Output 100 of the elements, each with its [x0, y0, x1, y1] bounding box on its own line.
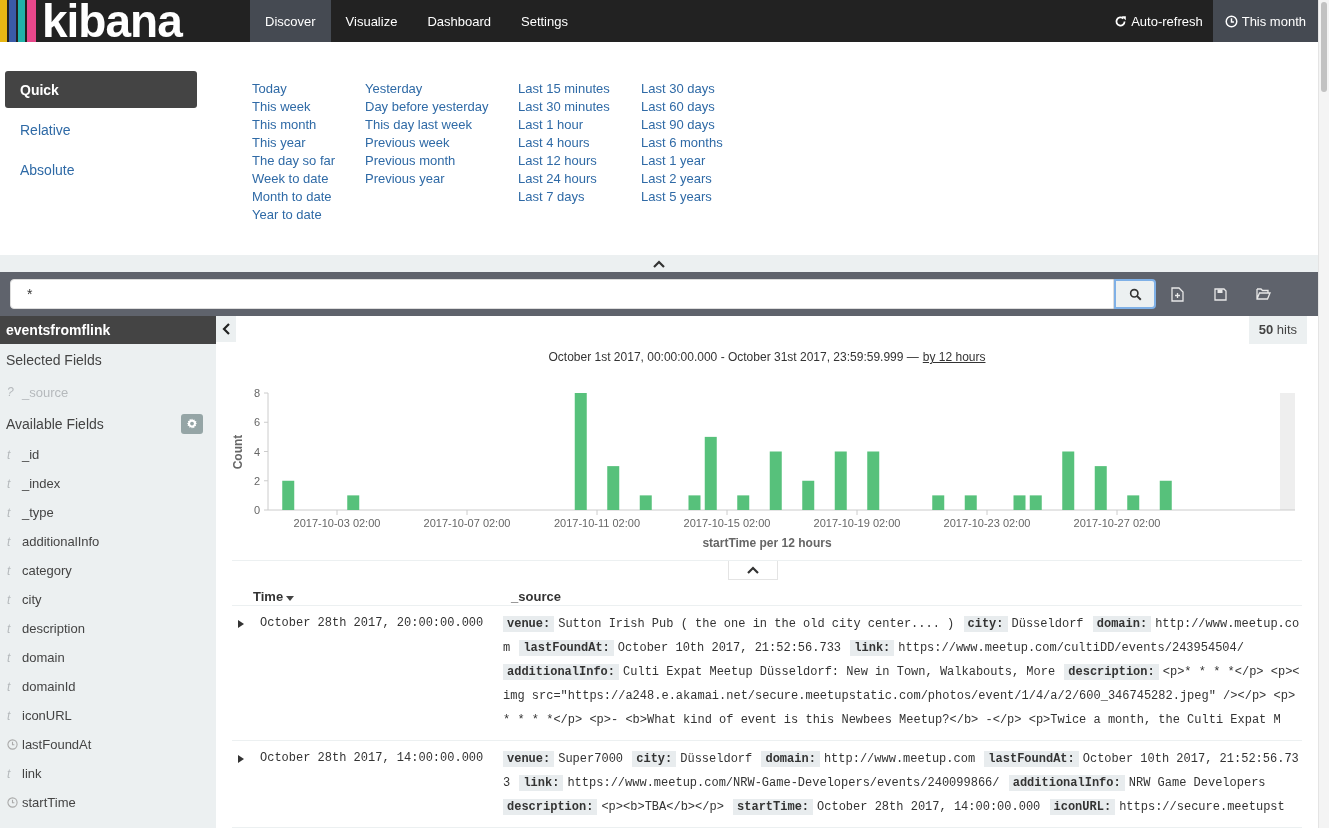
quick-range-link[interactable]: Last 4 hours	[518, 134, 641, 152]
histogram-bar[interactable]	[802, 480, 815, 510]
quick-range-link[interactable]: Last 12 hours	[518, 152, 641, 170]
y-tick-label: 2	[253, 474, 260, 487]
settings-icon	[187, 418, 197, 429]
interval-link[interactable]: by 12 hours	[922, 350, 986, 364]
field-type-glyph: ?	[7, 385, 15, 399]
quick-range-link[interactable]: Yesterday	[365, 80, 518, 98]
quick-range-link[interactable]: Previous year	[365, 170, 518, 188]
quick-range-link[interactable]: Month to date	[252, 188, 365, 206]
nav-tab[interactable]: Settings	[506, 0, 583, 42]
logo-text: kibana	[42, 0, 182, 42]
histogram-bar[interactable]	[1029, 495, 1042, 510]
expand-caret-icon[interactable]	[238, 620, 244, 628]
histogram-bar[interactable]	[639, 495, 652, 510]
section-heading: Available Fields	[6, 415, 104, 432]
collapse-chart-button[interactable]	[728, 561, 778, 580]
quick-range-link[interactable]: Last 30 days	[641, 80, 761, 98]
histogram-bar[interactable]	[1062, 451, 1075, 510]
field-name[interactable]: link	[22, 766, 42, 781]
histogram-bar[interactable]	[867, 451, 880, 510]
time-mode-tab[interactable]: Relative	[5, 111, 197, 148]
section-heading: Selected Fields	[5, 351, 103, 370]
field-name[interactable]: iconURL	[22, 708, 72, 723]
quick-range-link[interactable]: Last 6 months	[641, 134, 761, 152]
quick-range-link[interactable]: Last 15 minutes	[518, 80, 641, 98]
field-name[interactable]: domain	[22, 650, 65, 665]
y-tick-label: 6	[253, 416, 260, 429]
quick-range-link[interactable]: Last 24 hours	[518, 170, 641, 188]
time-cell: October 28th 2017, 14:00:00.000	[260, 751, 484, 765]
histogram-bar[interactable]	[769, 451, 782, 510]
histogram-bar[interactable]	[347, 495, 360, 510]
column-header[interactable]: Time	[253, 589, 284, 605]
quick-range-link[interactable]: Previous month	[365, 152, 518, 170]
histogram-bar[interactable]	[282, 480, 295, 510]
histogram-bar[interactable]	[1013, 495, 1026, 510]
histogram-bar[interactable]	[1127, 495, 1140, 510]
hit-count: 50 hits	[1248, 316, 1307, 344]
time-range-button[interactable]: This month	[1212, 0, 1318, 42]
histogram-bar[interactable]	[1094, 466, 1107, 510]
quick-range-link[interactable]: This week	[252, 98, 365, 116]
new-document-icon	[1171, 286, 1184, 302]
quick-range-link[interactable]: Last 1 hour	[518, 116, 641, 134]
nav-tab[interactable]: Visualize	[330, 0, 413, 42]
histogram-bar[interactable]	[964, 495, 977, 510]
quick-range-link[interactable]: Last 2 years	[641, 170, 761, 188]
quick-range-link[interactable]: This month	[252, 116, 365, 134]
index-pattern-title[interactable]: eventsfromflink	[0, 316, 216, 344]
expand-caret-icon[interactable]	[238, 755, 244, 763]
document-source: venue: Sutton Irish Pub ( the one in the old city center.... ) city: Düsseldorf domain: http://www.meetup.com lastFoundAt: October 10th 2017, 21:52:56.733 link: https://www.meetup.com/cultiDD/events/243954504/ additionalInfo: Culti Expat Meetup Düsseldorf: New in Town, Walkabouts, More description: <p>* * * *</p> <p><img src="https://a248.e.akamai.net/secure.meetupstatic.com/photos/event/1/4/a/2/600_346745282.jpeg" /></p> <p>* * * *</p> <p>- <b>What kind of event is this Newbees Meetup?</b> -</p> <p>Twice a month, the Culti Expat M	[503, 615, 1301, 729]
time-mode-tab[interactable]: Absolute	[5, 151, 197, 188]
collapse-sidebar-button[interactable]	[216, 316, 236, 342]
histogram-bar[interactable]	[834, 451, 847, 510]
quick-range-link[interactable]: Last 7 days	[518, 188, 641, 206]
field-name[interactable]: city	[22, 592, 42, 607]
quick-range-link[interactable]: This year	[252, 134, 365, 152]
field-name[interactable]: additionalInfo	[22, 534, 100, 549]
x-tick-label: 2017-10-07 02:00	[423, 517, 511, 529]
histogram-bar[interactable]	[704, 436, 717, 510]
quick-range-link[interactable]: Day before yesterday	[365, 98, 518, 116]
quick-range-link[interactable]: Last 90 days	[641, 116, 761, 134]
search-icon	[1128, 287, 1142, 301]
search-button[interactable]	[1114, 279, 1156, 309]
field-name[interactable]: startTime	[22, 795, 76, 810]
quick-range-link[interactable]: The day so far	[252, 152, 365, 170]
field-name[interactable]: category	[22, 563, 72, 578]
quick-range-link[interactable]: Previous week	[365, 134, 518, 152]
quick-range-link[interactable]: Year to date	[252, 206, 365, 224]
quick-range-link[interactable]: Last 30 minutes	[518, 98, 641, 116]
chevron-up-icon	[653, 259, 665, 268]
histogram-bar[interactable]	[607, 466, 620, 510]
histogram-bar[interactable]	[737, 495, 750, 510]
quick-range-link[interactable]: Week to date	[252, 170, 365, 188]
field-name[interactable]: description	[22, 621, 85, 636]
y-tick-label: 8	[253, 387, 260, 399]
quick-range-link[interactable]: Last 5 years	[641, 188, 761, 206]
histogram-bar[interactable]	[574, 393, 587, 510]
time-range-text: October 1st 2017, 00:00:00.000 - October 31st 2017, 23:59:59.999 —	[548, 350, 919, 364]
y-tick-label: 4	[253, 445, 260, 458]
field-name[interactable]: _id	[22, 447, 40, 462]
x-tick-label: 2017-10-23 02:00	[943, 517, 1031, 529]
histogram-bar[interactable]	[932, 495, 945, 510]
quick-range-link[interactable]: This day last week	[365, 116, 518, 134]
search-field[interactable]: *	[10, 279, 1114, 309]
field-name[interactable]: _type	[22, 505, 54, 520]
histogram-bar[interactable]	[688, 495, 701, 510]
nav-tab[interactable]: Discover	[250, 0, 331, 42]
quick-range-link[interactable]: Last 1 year	[641, 152, 761, 170]
auto-refresh-button[interactable]: Auto-refresh	[1104, 0, 1213, 42]
sort-caret-icon[interactable]	[286, 595, 295, 601]
settings-button[interactable]	[181, 413, 203, 434]
histogram-bar[interactable]	[1159, 480, 1172, 510]
field-name[interactable]: domainId	[22, 679, 76, 694]
time-mode-tab[interactable]: Quick	[5, 71, 197, 108]
quick-range-link[interactable]: Today	[252, 80, 365, 98]
nav-tab[interactable]: Dashboard	[412, 0, 506, 42]
field-name[interactable]: _index	[22, 476, 61, 491]
field-name[interactable]: lastFoundAt	[22, 737, 92, 752]
quick-range-link[interactable]: Last 60 days	[641, 98, 761, 116]
logo-stripes-icon	[0, 0, 38, 42]
